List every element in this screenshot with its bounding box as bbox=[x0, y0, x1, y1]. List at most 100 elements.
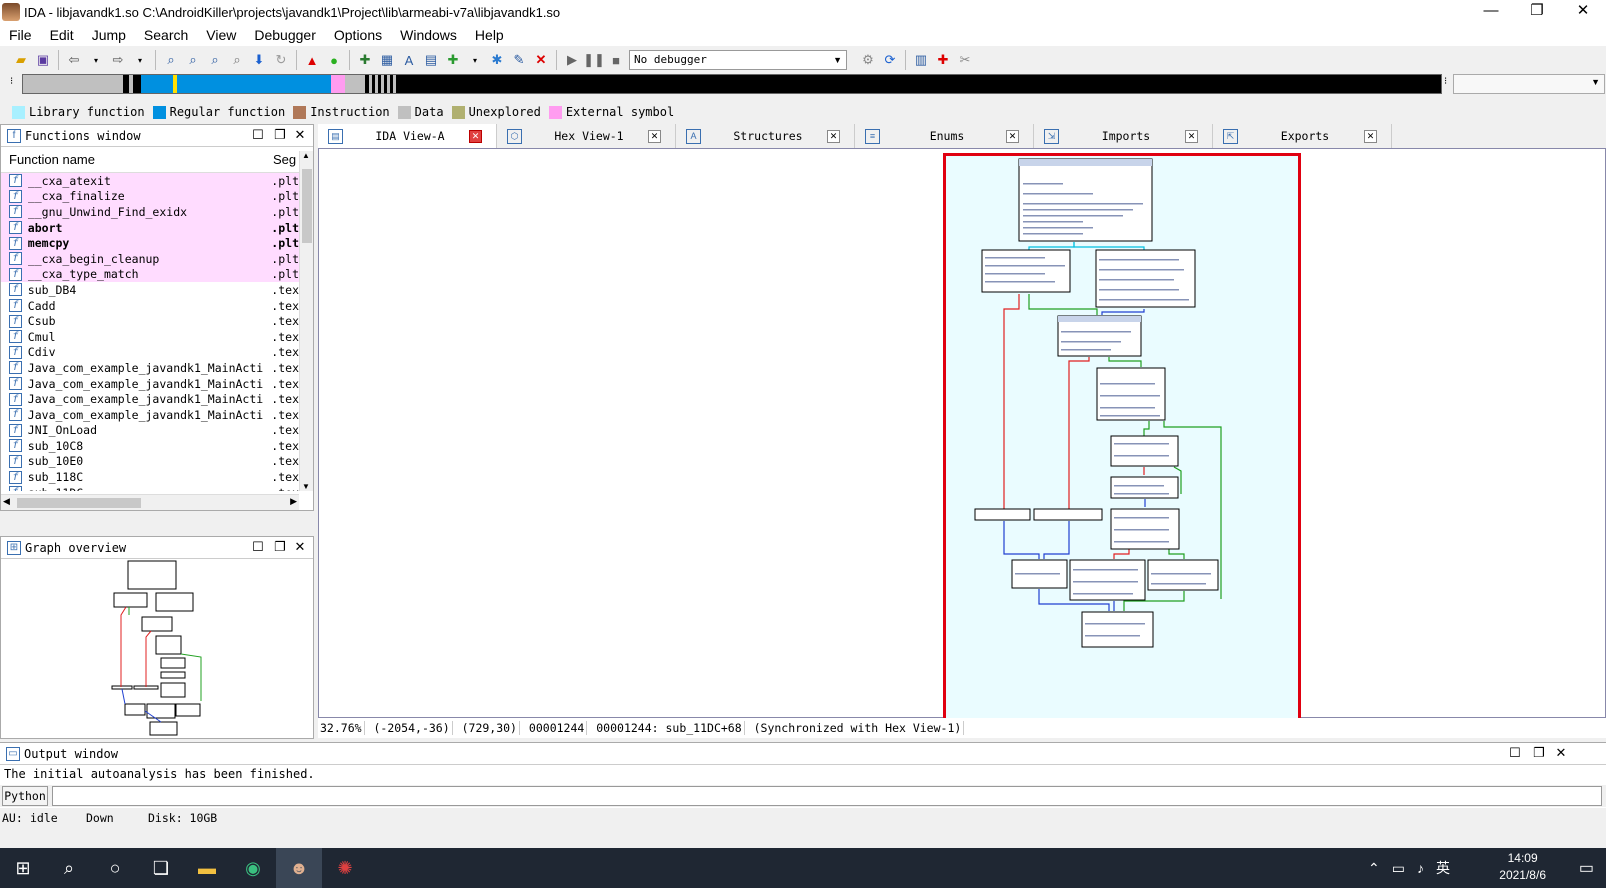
network-icon[interactable]: ▭ bbox=[1392, 860, 1405, 877]
function-row[interactable]: f __cxa_begin_cleanup .plt bbox=[1, 250, 299, 267]
menu-view[interactable]: View bbox=[197, 27, 245, 43]
column-segment[interactable]: Seg bbox=[269, 152, 296, 167]
graph-node[interactable] bbox=[1081, 611, 1154, 648]
function-row[interactable]: f Csub .tex bbox=[1, 313, 299, 329]
tab-enums[interactable]: ≡ Enums ✕ bbox=[855, 124, 1034, 148]
debugger-select[interactable]: No debugger ▼ bbox=[629, 50, 847, 70]
patch-icon[interactable]: ✎ bbox=[509, 50, 529, 70]
warning-icon[interactable]: ▲ bbox=[302, 50, 322, 70]
functions-vertical-scrollbar[interactable]: ▲ ▼ bbox=[299, 151, 313, 491]
create-function-dropdown-icon[interactable]: ▾ bbox=[465, 50, 485, 70]
panel-maximize-icon[interactable]: ☐ bbox=[1506, 745, 1524, 761]
function-row[interactable]: f Java_com_example_javandk1_MainActivity…… bbox=[1, 360, 299, 376]
panel-float-icon[interactable]: ❐ bbox=[271, 539, 289, 555]
function-row[interactable]: f abort .plt bbox=[1, 219, 299, 236]
back-dropdown-icon[interactable]: ▾ bbox=[86, 50, 106, 70]
function-row[interactable]: f Java_com_example_javandk1_MainActivity…… bbox=[1, 391, 299, 407]
file-explorer-icon[interactable]: ▬ bbox=[184, 848, 230, 888]
function-row[interactable]: f __cxa_atexit .plt bbox=[1, 173, 299, 189]
nav-dropdown[interactable]: ▼ bbox=[1453, 74, 1605, 94]
function-row[interactable]: f Java_com_example_javandk1_MainActivity…… bbox=[1, 376, 299, 392]
android-studio-icon[interactable]: ◉ bbox=[230, 848, 276, 888]
tab-exports[interactable]: ⇱ Exports ✕ bbox=[1213, 124, 1392, 148]
panel-close-icon[interactable]: ✕ bbox=[291, 539, 309, 555]
windows-start-icon[interactable]: ⊞ bbox=[0, 848, 46, 888]
create-function-icon[interactable]: ✚ bbox=[443, 50, 463, 70]
pause-icon[interactable]: ❚❚ bbox=[583, 50, 605, 70]
menu-jump[interactable]: Jump bbox=[83, 27, 135, 43]
scroll-down-icon[interactable]: ▼ bbox=[302, 482, 310, 491]
function-row[interactable]: f __cxa_type_match .plt bbox=[1, 266, 299, 283]
search-binary-icon[interactable]: ⌕ bbox=[183, 50, 203, 70]
minimize-button[interactable]: — bbox=[1468, 0, 1514, 24]
run-to-cursor-icon[interactable]: ⟳ bbox=[880, 50, 900, 70]
search-immediate-icon[interactable]: ⌕ bbox=[205, 50, 225, 70]
scroll-thumb[interactable] bbox=[302, 169, 312, 243]
menu-windows[interactable]: Windows bbox=[391, 27, 466, 43]
volume-icon[interactable]: ♪ bbox=[1417, 860, 1424, 876]
forward-arrow-icon[interactable]: ⇨ bbox=[108, 50, 128, 70]
maximize-button[interactable]: ❐ bbox=[1514, 0, 1560, 24]
column-function-name[interactable]: Function name bbox=[1, 152, 269, 167]
make-code-icon[interactable]: ✚ bbox=[355, 50, 375, 70]
graph-node[interactable] bbox=[1147, 559, 1219, 591]
navigation-strip[interactable] bbox=[22, 74, 1442, 94]
jump-down-icon[interactable]: ⬇ bbox=[249, 50, 269, 70]
close-window-button[interactable]: ✕ bbox=[1560, 0, 1606, 24]
control-flow-graph[interactable] bbox=[319, 149, 1606, 719]
cortana-icon[interactable]: ○ bbox=[92, 848, 138, 888]
tab-structures[interactable]: A Structures ✕ bbox=[676, 124, 855, 148]
menu-help[interactable]: Help bbox=[466, 27, 513, 43]
python-command-input[interactable] bbox=[52, 786, 1602, 806]
function-row[interactable]: f JNI_OnLoad .tex bbox=[1, 423, 299, 439]
breakpoint-list-icon[interactable]: ▥ bbox=[911, 50, 931, 70]
functions-horizontal-scrollbar[interactable]: ◀ ▶ bbox=[1, 494, 299, 510]
menu-edit[interactable]: Edit bbox=[41, 27, 83, 43]
function-row[interactable]: f sub_11DC.tex bbox=[1, 485, 299, 491]
function-row[interactable]: f sub_118C .tex bbox=[1, 469, 299, 485]
menu-search[interactable]: Search bbox=[135, 27, 197, 43]
tab-hex-view-1[interactable]: ⬡ Hex View-1 ✕ bbox=[497, 124, 676, 148]
panel-float-icon[interactable]: ❐ bbox=[271, 127, 289, 143]
app-taskbar-icon[interactable]: ✺ bbox=[322, 848, 368, 888]
ime-indicator[interactable]: 英 bbox=[1436, 858, 1450, 878]
make-array-icon[interactable]: ▤ bbox=[421, 50, 441, 70]
scroll-up-icon[interactable]: ▲ bbox=[302, 151, 310, 160]
function-row[interactable]: f __cxa_finalize .plt bbox=[1, 188, 299, 205]
graph-node[interactable] bbox=[1096, 367, 1166, 421]
tab-ida-view-a[interactable]: ▤ IDA View-A ✕ bbox=[318, 124, 497, 148]
refresh-icon[interactable]: ↻ bbox=[271, 50, 291, 70]
add-breakpoint-icon[interactable]: ✚ bbox=[933, 50, 953, 70]
panel-maximize-icon[interactable]: ☐ bbox=[249, 127, 267, 143]
scroll-left-icon[interactable]: ◀ bbox=[3, 496, 10, 507]
panel-maximize-icon[interactable]: ☐ bbox=[249, 539, 267, 555]
struct-icon[interactable]: ✱ bbox=[487, 50, 507, 70]
graph-node-sub_11DC[interactable] bbox=[1018, 158, 1153, 242]
stop-icon[interactable]: ■ bbox=[606, 50, 626, 70]
graph-node[interactable] bbox=[974, 508, 1031, 521]
menu-debugger[interactable]: Debugger bbox=[245, 27, 325, 43]
tab-imports[interactable]: ⇲ Imports ✕ bbox=[1034, 124, 1213, 148]
task-view-icon[interactable]: ❏ bbox=[138, 848, 184, 888]
run-green-icon[interactable]: ● bbox=[324, 50, 344, 70]
ida-view-graph[interactable] bbox=[318, 148, 1606, 731]
search-text-icon[interactable]: ⌕ bbox=[161, 50, 181, 70]
search-icon[interactable]: ⌕ bbox=[46, 848, 92, 888]
graph-overview-canvas[interactable] bbox=[1, 559, 313, 739]
function-row[interactable]: f __gnu_Unwind_Find_exidx .plt bbox=[1, 204, 299, 220]
graph-node[interactable] bbox=[1110, 435, 1179, 467]
start-debug-icon[interactable]: ▶ bbox=[562, 50, 582, 70]
scroll-right-icon[interactable]: ▶ bbox=[290, 496, 297, 507]
tools-icon[interactable]: ✂ bbox=[955, 50, 975, 70]
panel-close-icon[interactable]: ✕ bbox=[1552, 745, 1570, 761]
tray-expand-icon[interactable]: ⌃ bbox=[1368, 860, 1380, 877]
python-language-button[interactable]: Python bbox=[2, 786, 48, 806]
ida-taskbar-icon[interactable]: ☻ bbox=[276, 848, 322, 888]
tab-close-icon[interactable]: ✕ bbox=[1364, 129, 1377, 143]
graph-node[interactable] bbox=[1110, 476, 1179, 499]
graph-node[interactable] bbox=[1095, 249, 1196, 308]
scroll-thumb[interactable] bbox=[17, 498, 141, 508]
panel-close-icon[interactable]: ✕ bbox=[291, 127, 309, 143]
function-row[interactable]: f sub_10C8 .tex bbox=[1, 438, 299, 454]
function-row[interactable]: f Cdiv .tex bbox=[1, 345, 299, 361]
